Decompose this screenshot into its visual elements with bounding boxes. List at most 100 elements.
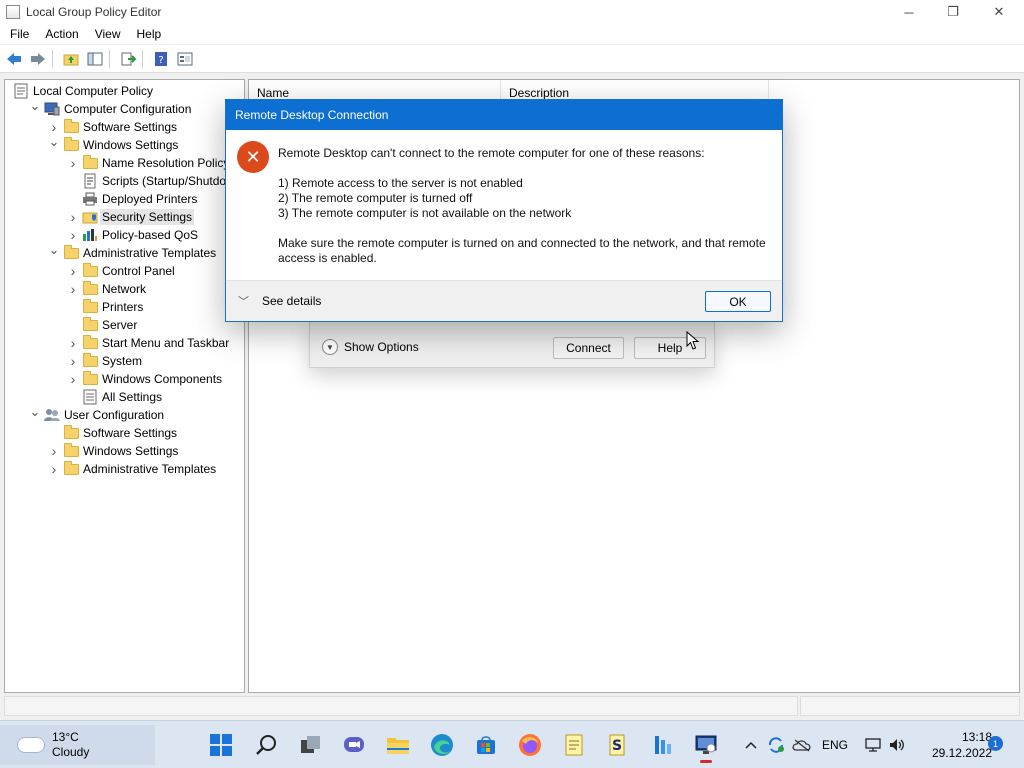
store-icon[interactable] (468, 727, 504, 763)
back-arrow-icon[interactable] (4, 49, 24, 69)
tree-item-label: Network (102, 282, 147, 296)
edge-icon[interactable] (424, 727, 460, 763)
gpedit-app-icon (6, 5, 20, 19)
chevron-right-icon[interactable]: › (66, 334, 80, 352)
tree-item[interactable]: ⌄ User Configuration (28, 403, 165, 424)
help-icon[interactable]: ? (151, 49, 171, 69)
close-button[interactable]: ✕ (976, 0, 1022, 24)
menu-action[interactable]: Action (37, 27, 86, 41)
volume-icon[interactable] (888, 721, 906, 768)
tree-item-label: Software Settings (83, 426, 178, 440)
network-status-icon[interactable] (864, 721, 882, 768)
clock[interactable]: 13:18 29.12.2022 (906, 729, 992, 761)
show-options-toggle[interactable]: ▼ Show Options (322, 339, 419, 355)
chevron-right-icon[interactable]: › (47, 442, 61, 460)
network-icon[interactable] (644, 727, 680, 763)
chevron-right-icon[interactable]: › (66, 352, 80, 370)
cloud-icon (18, 738, 44, 752)
tree-item[interactable]: Software Settings (47, 424, 177, 442)
tree-item[interactable]: Server (66, 316, 137, 334)
see-details-toggle[interactable]: ﹀ See details (238, 293, 321, 309)
up-folder-icon[interactable] (61, 49, 81, 69)
chevron-right-icon[interactable]: › (66, 226, 80, 244)
folder-icon (82, 280, 98, 297)
sync-icon[interactable] (766, 721, 786, 768)
tree-item[interactable]: › Start Menu and Taskbar (66, 334, 229, 352)
weather-widget[interactable]: 13°C Cloudy (0, 725, 155, 765)
language-indicator[interactable]: ENG (822, 721, 848, 768)
error-heading: Remote Desktop can't connect to the remo… (278, 146, 705, 160)
ok-button[interactable]: OK (705, 291, 771, 312)
window-title: Local Group Policy Editor (26, 5, 162, 19)
show-hide-tree-icon[interactable] (85, 49, 105, 69)
start-icon[interactable] (203, 727, 239, 763)
task-view-icon[interactable] (293, 727, 329, 763)
folder-icon (82, 154, 98, 171)
toolbar-separator (109, 49, 110, 68)
tree-item[interactable]: All Settings (66, 388, 162, 406)
chevron-down-icon[interactable]: ⌄ (28, 97, 42, 115)
script-icon[interactable]: S (600, 727, 636, 763)
tree-item[interactable]: ⌄ Computer Configuration (28, 97, 192, 118)
onedrive-icon[interactable] (792, 721, 812, 768)
chevron-down-icon[interactable]: ⌄ (47, 241, 61, 259)
firefox-icon[interactable] (512, 727, 548, 763)
properties-icon[interactable] (175, 49, 195, 69)
tree-item[interactable]: ⌄ Windows Settings (47, 133, 179, 154)
chevron-down-icon[interactable]: ⌄ (47, 133, 61, 151)
chevron-right-icon[interactable]: › (66, 208, 80, 226)
show-hidden-icons-icon[interactable] (744, 721, 758, 768)
scripts-icon (82, 173, 98, 189)
tree-item-label: Scripts (Startup/Shutdown) (102, 174, 245, 188)
tree-item-label: Start Menu and Taskbar (102, 336, 230, 350)
tree-item[interactable]: › Network (66, 280, 146, 298)
tree-item[interactable]: › Software Settings (47, 118, 177, 136)
forward-arrow-icon[interactable] (28, 49, 48, 69)
connect-button[interactable]: Connect (553, 337, 624, 359)
minimize-button[interactable]: ─ (886, 0, 932, 24)
clock-date: 29.12.2022 (931, 746, 992, 760)
tree-item[interactable]: Deployed Printers (66, 190, 197, 208)
menu-help[interactable]: Help (129, 27, 170, 41)
chevron-right-icon[interactable]: › (47, 460, 61, 478)
notification-badge[interactable]: 1 (988, 736, 1003, 751)
tree-item[interactable]: › Windows Settings (47, 442, 178, 460)
notepad-icon[interactable] (556, 727, 592, 763)
tree-item[interactable]: ⌄ Administrative Templates (47, 241, 217, 262)
chevron-right-icon[interactable]: › (66, 154, 80, 172)
tree-item[interactable]: Scripts (Startup/Shutdown) (66, 172, 245, 190)
toolbar-separator (52, 49, 53, 68)
console-tree[interactable]: Local Computer Policy ⌄ Computer Configura… (4, 79, 245, 693)
chevron-right-icon[interactable]: › (66, 262, 80, 280)
file-explorer-icon[interactable] (380, 727, 416, 763)
chat-icon[interactable] (336, 727, 372, 763)
tree-item-label: Server (102, 318, 138, 332)
see-details-label: See details (262, 294, 322, 308)
remote-desktop-icon[interactable] (688, 727, 724, 763)
tree-item[interactable]: › Control Panel (66, 262, 175, 280)
tree-item[interactable]: › Policy-based QoS (66, 226, 198, 244)
tree-item[interactable]: › System (66, 352, 142, 370)
tree-item[interactable]: › Security Settings (66, 208, 195, 226)
chevron-down-icon[interactable]: ⌄ (28, 403, 42, 421)
status-segment (800, 696, 1020, 716)
maximize-button[interactable]: ❐ (930, 0, 976, 24)
menu-view[interactable]: View (87, 27, 129, 41)
taskbar: 13°C Cloudy S ENG 13:18 29.12.2022 (0, 720, 1024, 768)
computer-icon (44, 101, 60, 117)
export-list-icon[interactable] (118, 49, 138, 69)
chevron-right-icon[interactable]: › (66, 280, 80, 298)
chevron-right-icon[interactable]: › (66, 370, 80, 388)
svg-text:?: ? (158, 55, 163, 66)
menu-file[interactable]: File (0, 27, 37, 41)
tree-item[interactable]: › Name Resolution Policy (66, 154, 229, 172)
search-icon[interactable] (248, 727, 284, 763)
chart-icon (82, 227, 98, 243)
tree-item[interactable]: › Administrative Templates (47, 460, 216, 478)
tree-item[interactable]: › Windows Components (66, 370, 222, 388)
tree-item[interactable]: Printers (66, 298, 143, 316)
